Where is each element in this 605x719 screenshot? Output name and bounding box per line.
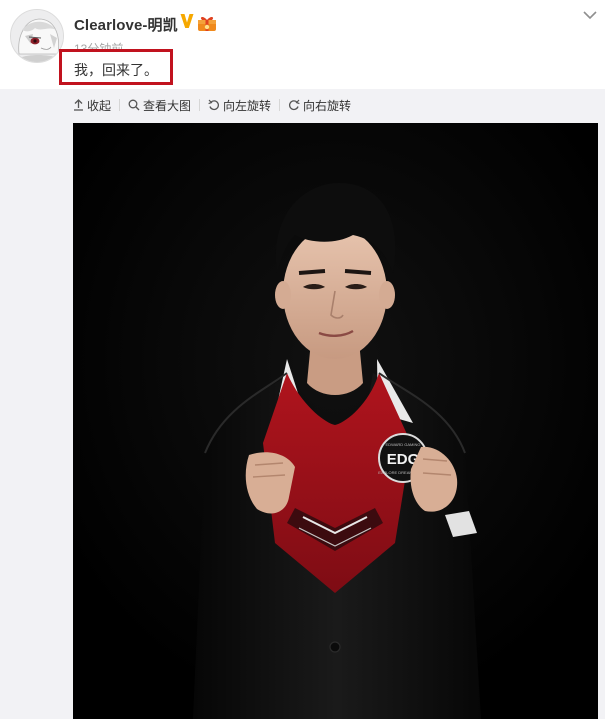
toolbar-divider xyxy=(119,99,121,111)
post-photo[interactable]: EDG EDWARD GAMING EXPLORE DREAM GLORY xyxy=(73,123,598,719)
rotate-right-button[interactable]: 向右旋转 xyxy=(288,97,351,114)
username-link[interactable]: Clearlove-明凯 xyxy=(74,14,178,35)
gift-icon[interactable] xyxy=(197,14,217,32)
avatar-illustration xyxy=(11,10,63,62)
chevron-down-icon[interactable] xyxy=(582,8,598,20)
collapse-icon xyxy=(74,99,83,111)
collapse-label: 收起 xyxy=(87,98,112,113)
rotate-left-label: 向左旋转 xyxy=(223,98,272,113)
toolbar-divider xyxy=(279,99,281,111)
collapse-button[interactable]: 收起 xyxy=(73,97,111,114)
weibo-post: Clearlove-明凯 13分钟前 我，回来了。 xyxy=(0,0,605,719)
avatar[interactable] xyxy=(10,9,64,63)
magnifier-icon xyxy=(128,99,140,111)
view-large-label: 查看大图 xyxy=(143,98,192,113)
image-toolbar: 收起 查看大图 向左旋转 向右旋转 xyxy=(73,96,351,114)
portrait-illustration: EDG EDWARD GAMING EXPLORE DREAM GLORY xyxy=(73,123,598,719)
rotate-right-icon xyxy=(289,99,300,111)
rotate-left-button[interactable]: 向左旋转 xyxy=(208,97,271,114)
rotate-left-icon xyxy=(208,99,220,111)
post-text: 我，回来了。 xyxy=(74,62,158,78)
verified-v-icon xyxy=(180,13,194,29)
view-large-button[interactable]: 查看大图 xyxy=(128,97,191,114)
edg-logo-top-text: EDWARD GAMING xyxy=(386,442,421,447)
rotate-right-label: 向右旋转 xyxy=(303,98,352,113)
toolbar-divider xyxy=(199,99,201,111)
